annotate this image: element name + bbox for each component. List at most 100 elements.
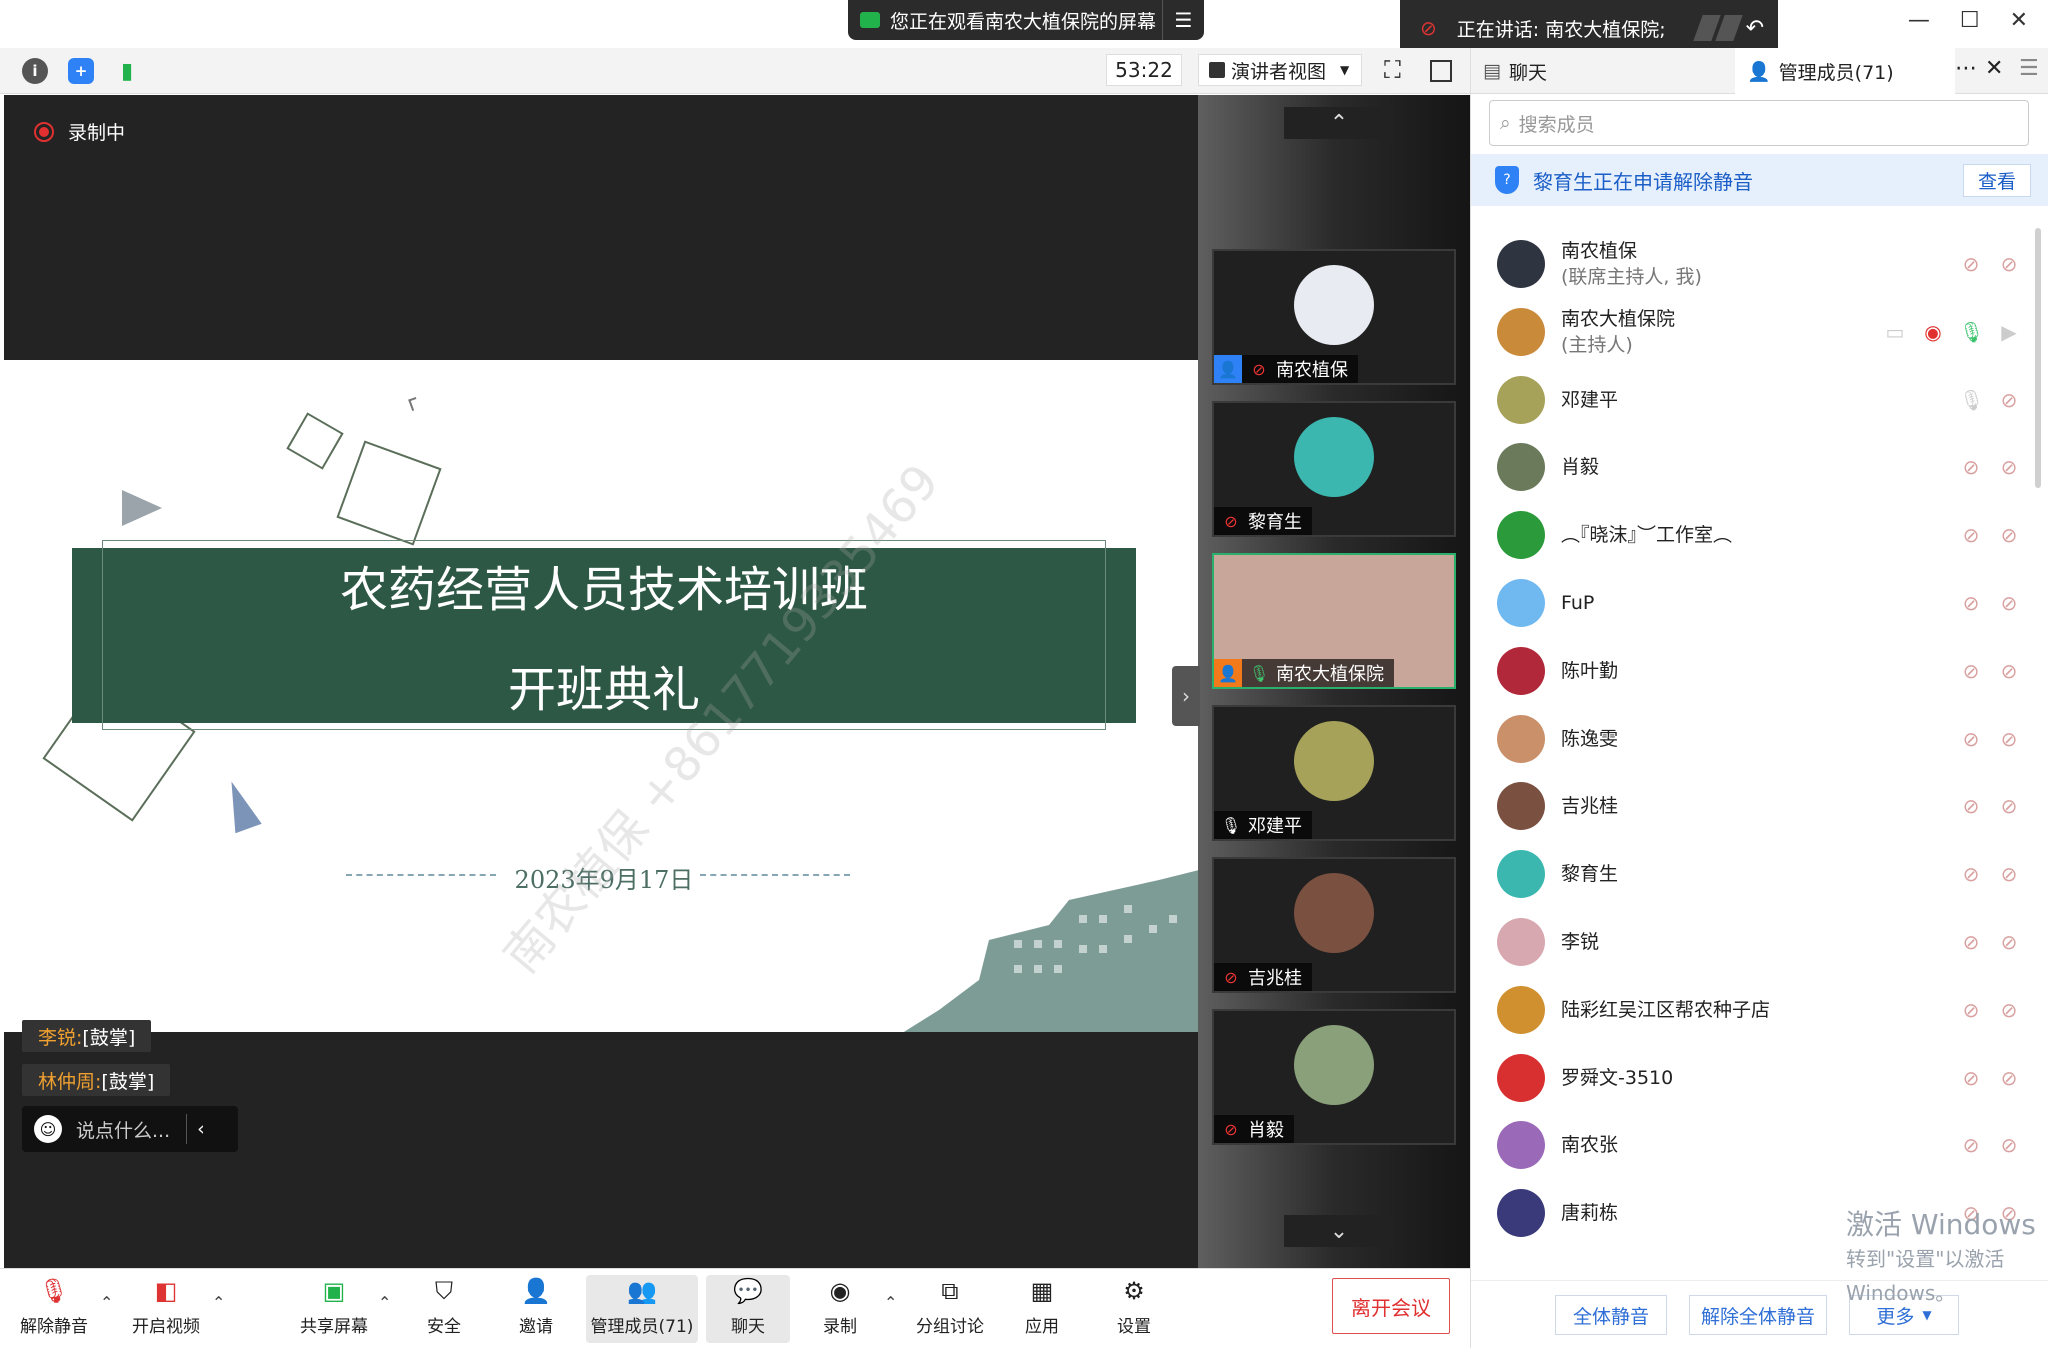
record-button[interactable]: ◉ 录制 [796, 1275, 884, 1343]
mute-all-button[interactable]: 全体静音 [1555, 1295, 1667, 1335]
member-row[interactable]: 吉兆桂 ⊘ ⊘ [1471, 772, 2031, 840]
screen-share-icon[interactable]: ▭ [1883, 320, 1907, 344]
member-row[interactable]: ︵『晓沫』︶工作室︵ ⊘ ⊘ [1471, 501, 2031, 569]
video-tile[interactable]: 👤 🎙 南农大植保院 [1212, 553, 1456, 689]
decor-square [336, 440, 442, 546]
mic-muted-icon[interactable]: ⊘ [1959, 862, 1983, 886]
mic-muted-icon[interactable]: ⊘ [1959, 252, 1983, 276]
video-off-icon[interactable]: ⊘ [1997, 1066, 2021, 1090]
member-row[interactable]: FuP ⊘ ⊘ [1471, 569, 2031, 637]
layout-icon[interactable] [1430, 60, 1452, 82]
security-shield-icon[interactable]: + [68, 58, 94, 84]
chevron-up-icon[interactable]: ⌃ [212, 1293, 225, 1312]
gallery-scroll-up[interactable]: ⌃ [1284, 107, 1394, 139]
close-panel-icon[interactable]: ✕ [1985, 56, 2003, 81]
member-row[interactable]: 罗舜文-3510 ⊘ ⊘ [1471, 1044, 2031, 1112]
share-screen-button[interactable]: ▣ 共享屏幕 [290, 1275, 378, 1343]
view-mode-dropdown[interactable]: 演讲者视图 ▼ [1198, 54, 1362, 86]
member-name: FuP [1561, 592, 1595, 614]
mic-muted-icon[interactable]: ⊘ [1959, 794, 1983, 818]
search-members-input[interactable]: ⌕ 搜索成员 [1489, 100, 2029, 146]
gallery-scroll-down[interactable]: ⌄ [1284, 1215, 1394, 1247]
member-row[interactable]: 邓建平 🎙 ⊘ [1471, 366, 2031, 434]
member-row[interactable]: 陈逸雯 ⊘ ⊘ [1471, 705, 2031, 773]
video-off-icon[interactable]: ⊘ [1997, 998, 2021, 1022]
video-off-icon[interactable]: ⊘ [1997, 727, 2021, 751]
record-icon[interactable]: ◉ [1921, 320, 1945, 344]
video-tile[interactable]: 🎙 邓建平 [1212, 705, 1456, 841]
mic-muted-icon[interactable]: ⊘ [1959, 998, 1983, 1022]
unmute-all-button[interactable]: 解除全体静音 [1689, 1295, 1827, 1335]
reply-icon[interactable]: ↶ [1746, 16, 1764, 41]
start-video-button[interactable]: ◧ 开启视频 [122, 1275, 210, 1343]
video-tile[interactable]: 👤 ⊘ 南农植保 [1212, 249, 1456, 385]
video-icon[interactable]: ▶ [1997, 320, 2021, 344]
tab-members[interactable]: 👤 管理成员(71) [1735, 48, 1955, 94]
mic-muted-icon[interactable]: ⊘ [1959, 727, 1983, 751]
reaction-message: 李锐: [鼓掌] [22, 1020, 152, 1052]
member-row[interactable]: 肖毅 ⊘ ⊘ [1471, 433, 2031, 501]
mic-muted-icon[interactable]: ⊘ [1959, 1066, 1983, 1090]
video-off-icon[interactable]: ⊘ [1997, 252, 2021, 276]
chevron-up-icon[interactable]: ⌃ [378, 1293, 391, 1312]
video-off-icon[interactable]: ⊘ [1997, 591, 2021, 615]
chat-button[interactable]: 💬 聊天 [706, 1275, 790, 1343]
video-off-icon[interactable]: ⊘ [1997, 862, 2021, 886]
minimize-button[interactable]: — [1908, 8, 1930, 33]
chevron-up-icon[interactable]: ⌃ [100, 1293, 113, 1312]
mic-muted-icon[interactable]: ⊘ [1959, 523, 1983, 547]
member-row[interactable]: 黎育生 ⊘ ⊘ [1471, 840, 2031, 908]
tile-name-bar: 🎙 邓建平 [1214, 811, 1312, 839]
manage-members-button[interactable]: 👥 管理成员(71) [586, 1275, 698, 1343]
video-tile[interactable]: ⊘ 黎育生 [1212, 401, 1456, 537]
video-off-icon[interactable]: ⊘ [1997, 794, 2021, 818]
video-off-icon[interactable]: ⊘ [1997, 930, 2021, 954]
mic-muted-icon[interactable]: ⊘ [1959, 930, 1983, 954]
security-button[interactable]: ⛉ 安全 [400, 1275, 488, 1343]
sidebar-menu-icon[interactable]: ☰ [2019, 56, 2039, 81]
view-request-button[interactable]: 查看 [1962, 163, 2031, 197]
member-row[interactable]: 李锐 ⊘ ⊘ [1471, 908, 2031, 976]
mic-icon[interactable]: 🎙 [1959, 388, 1984, 412]
video-off-icon[interactable]: ⊘ [1997, 388, 2021, 412]
more-options-icon[interactable]: ⋯ [1955, 56, 1977, 81]
maximize-button[interactable]: ☐ [1960, 8, 1980, 33]
apps-button[interactable]: ▦ 应用 [998, 1275, 1086, 1343]
unmute-button[interactable]: 🎙 解除静音 [10, 1275, 98, 1343]
chat-quick-input[interactable]: ☺ 说点什么... ‹ [22, 1106, 238, 1152]
collapse-gallery-handle[interactable]: › [1172, 666, 1200, 726]
tab-chat[interactable]: ▤ 聊天 [1471, 48, 1735, 94]
signal-icon[interactable]: ▮ [114, 58, 140, 84]
video-off-icon[interactable]: ⊘ [1997, 523, 2021, 547]
mic-muted-icon[interactable]: ⊘ [1959, 659, 1983, 683]
member-row[interactable]: 南农大植保院 (主持人) ▭ ◉ 🎙 ▶ [1471, 298, 2031, 366]
leave-meeting-button[interactable]: 离开会议 [1332, 1278, 1450, 1334]
share-menu-button[interactable]: ☰ [1162, 0, 1204, 40]
video-tile[interactable]: ⊘ 肖毅 [1212, 1009, 1456, 1145]
member-row[interactable]: 南农植保 (联席主持人, 我) ⊘ ⊘ [1471, 230, 2031, 298]
chat-placeholder[interactable]: 说点什么... [76, 1116, 170, 1143]
video-tile[interactable]: ⊘ 吉兆桂 [1212, 857, 1456, 993]
member-list-scrollbar[interactable] [2035, 228, 2041, 488]
mic-muted-icon[interactable]: ⊘ [1959, 455, 1983, 479]
settings-button[interactable]: ⚙ 设置 [1090, 1275, 1178, 1343]
breakout-rooms-button[interactable]: ⧉ 分组讨论 [906, 1275, 994, 1343]
fullscreen-icon[interactable]: ⛶ [1384, 56, 1401, 84]
member-name: 南农张 [1561, 1134, 1619, 1157]
video-off-icon[interactable]: ⊘ [1997, 659, 2021, 683]
mic-muted-icon[interactable]: ⊘ [1959, 591, 1983, 615]
video-off-icon[interactable]: ⊘ [1997, 1133, 2021, 1157]
close-button[interactable]: ✕ [2010, 8, 2028, 33]
chevron-left-icon[interactable]: ‹ [197, 1118, 205, 1140]
member-row[interactable]: 陆彩红吴江区帮农种子店 ⊘ ⊘ [1471, 976, 2031, 1044]
host-icon: 👤 [1214, 355, 1242, 383]
video-off-icon[interactable]: ⊘ [1997, 455, 2021, 479]
info-icon[interactable]: i [22, 58, 48, 84]
member-row[interactable]: 南农张 ⊘ ⊘ [1471, 1111, 2031, 1179]
invite-button[interactable]: 👤 邀请 [492, 1275, 580, 1343]
emoji-icon[interactable]: ☺ [34, 1115, 62, 1143]
chevron-up-icon[interactable]: ⌃ [884, 1293, 897, 1312]
mic-muted-icon[interactable]: ⊘ [1959, 1133, 1983, 1157]
member-row[interactable]: 陈叶勤 ⊘ ⊘ [1471, 637, 2031, 705]
mic-icon[interactable]: 🎙 [1959, 320, 1984, 344]
